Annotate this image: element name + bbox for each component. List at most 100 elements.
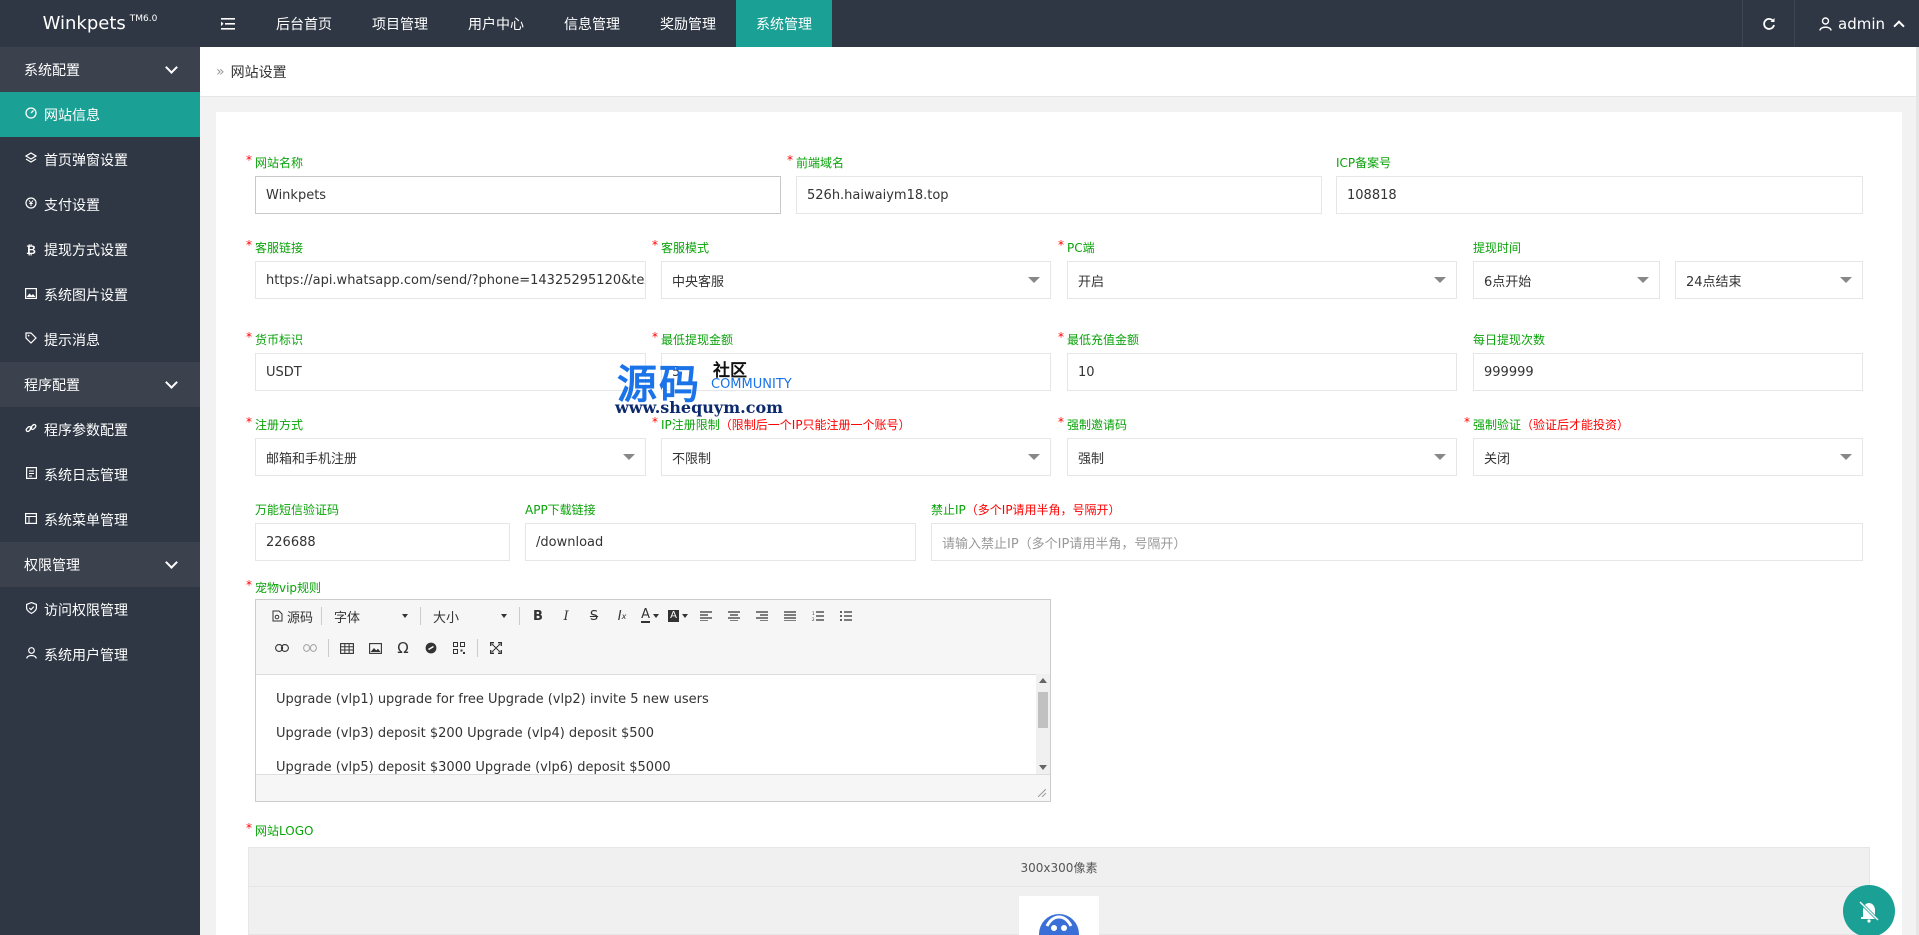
sidebar-item-popup[interactable]: 首页弹窗设置 <box>0 137 200 182</box>
service-link-input[interactable]: https://api.whatsapp.com/send/?phone=143… <box>255 261 646 299</box>
size-label: 大小 <box>433 610 460 626</box>
fullscreen-icon[interactable] <box>482 636 510 660</box>
dropdown-arrow-icon <box>1434 277 1446 283</box>
ordered-list-icon[interactable]: 12 <box>804 604 832 628</box>
force-verify-label: * 强制验证（验证后才能投资） <box>1464 415 1863 433</box>
min-recharge-input[interactable]: 10 <box>1067 353 1457 391</box>
size-dropdown[interactable]: 大小 <box>425 604 515 628</box>
sidebar-item-system-menus[interactable]: 系统菜单管理 <box>0 497 200 542</box>
label-text: 客服模式 <box>661 241 710 255</box>
sidebar-group-permissions[interactable]: 权限管理 <box>0 542 200 587</box>
resize-handle-icon[interactable] <box>1038 789 1046 797</box>
frontend-domain-input[interactable]: 526h.haiwaiym18.top <box>796 176 1322 214</box>
logo-upload-box[interactable]: 300x300像素 <box>248 847 1870 935</box>
sidebar-item-payment[interactable]: 支付设置 <box>0 182 200 227</box>
chevron-down-icon <box>501 614 508 618</box>
sidebar: 系统配置 网站信息 首页弹窗设置 支付设置 ₿ 提现方式设置 系统图片设置 提示… <box>0 47 200 935</box>
site-name-label: * 网站名称 <box>246 153 781 171</box>
editor-content[interactable]: Upgrade (vlp1) upgrade for free Upgrade … <box>256 674 1050 774</box>
sidebar-item-system-logs[interactable]: 系统日志管理 <box>0 452 200 497</box>
align-justify-icon[interactable] <box>776 604 804 628</box>
clear-format-icon[interactable]: Ix <box>608 604 636 628</box>
nav-info[interactable]: 信息管理 <box>544 0 640 47</box>
app-logo[interactable]: Winkpets TM6.0 <box>0 0 200 47</box>
source-button[interactable]: 源码 <box>268 604 317 628</box>
table-icon[interactable] <box>333 636 361 660</box>
scrollbar-thumb[interactable] <box>1038 692 1048 728</box>
force-verify-select[interactable]: 关闭 <box>1473 438 1863 476</box>
app-link-input[interactable]: /download <box>525 523 916 561</box>
link-icon[interactable] <box>268 636 296 660</box>
unordered-list-icon[interactable] <box>832 604 860 628</box>
sidebar-item-label: 提现方式设置 <box>44 242 128 259</box>
strikethrough-icon[interactable]: S <box>580 604 608 628</box>
ban-ip-input[interactable]: 请输入禁止IP（多个IP请用半角，号隔开） <box>931 523 1863 561</box>
currency-field: * 货币标识 USDT <box>246 330 646 391</box>
scroll-up-icon[interactable] <box>1039 678 1047 683</box>
pc-select[interactable]: 开启 <box>1067 261 1457 299</box>
bg-color-icon[interactable]: A <box>664 604 692 628</box>
withdraw-start-select[interactable]: 6点开始 <box>1473 261 1660 299</box>
sidebar-group-system-config[interactable]: 系统配置 <box>0 47 200 92</box>
align-center-icon[interactable] <box>720 604 748 628</box>
label-text: IP注册限制 <box>661 418 720 432</box>
frontend-domain-label: * 前端域名 <box>787 153 1322 171</box>
sidebar-item-program-params[interactable]: 程序参数配置 <box>0 407 200 452</box>
qrcode-icon[interactable] <box>445 636 473 660</box>
ban-ip-field: 禁止IP（多个IP请用半角，号隔开） 请输入禁止IP（多个IP请用半角，号隔开） <box>931 502 1863 561</box>
register-mode-select[interactable]: 邮箱和手机注册 <box>255 438 646 476</box>
site-name-input[interactable]: Winkpets <box>255 176 781 214</box>
image-icon[interactable] <box>361 636 389 660</box>
align-right-icon[interactable] <box>748 604 776 628</box>
sidebar-group-program-config[interactable]: 程序配置 <box>0 362 200 407</box>
sidebar-item-site-info[interactable]: 网站信息 <box>0 92 200 137</box>
scroll-down-icon[interactable] <box>1039 765 1047 770</box>
special-char-icon[interactable]: Ω <box>389 636 417 660</box>
daily-withdraw-input[interactable]: 999999 <box>1473 353 1863 391</box>
table-icon <box>24 512 38 527</box>
nav-users[interactable]: 用户中心 <box>448 0 544 47</box>
editor-scrollbar[interactable] <box>1036 674 1050 774</box>
sidebar-item-messages[interactable]: 提示消息 <box>0 317 200 362</box>
min-recharge-field: * 最低充值金额 10 <box>1058 330 1457 391</box>
bold-icon[interactable]: B <box>524 604 552 628</box>
font-dropdown[interactable]: 字体 <box>326 604 416 628</box>
image-icon <box>24 287 38 302</box>
pc-label: * PC端 <box>1058 238 1457 256</box>
select-value: 6点开始 <box>1484 274 1532 290</box>
sidebar-item-access-control[interactable]: 访问权限管理 <box>0 587 200 632</box>
breadcrumb: » 网站设置 <box>200 47 1916 97</box>
tag-icon <box>24 332 38 347</box>
font-color-icon[interactable]: A <box>636 604 664 628</box>
sidebar-item-system-users[interactable]: 系统用户管理 <box>0 632 200 677</box>
sidebar-item-withdraw-method[interactable]: ₿ 提现方式设置 <box>0 227 200 272</box>
min-withdraw-input[interactable]: 5 <box>661 353 1051 391</box>
italic-icon[interactable]: I <box>552 604 580 628</box>
nav-system[interactable]: 系统管理 <box>736 0 832 47</box>
withdraw-end-select[interactable]: 24点结束 <box>1675 261 1863 299</box>
nav-projects[interactable]: 项目管理 <box>352 0 448 47</box>
service-mode-select[interactable]: 中央客服 <box>661 261 1051 299</box>
emoji-icon[interactable] <box>417 636 445 660</box>
unlink-icon[interactable] <box>296 636 324 660</box>
floating-action-button[interactable] <box>1843 885 1895 935</box>
chevron-up-icon <box>1893 19 1905 32</box>
user-menu[interactable]: admin <box>1794 0 1919 47</box>
app-link-label: APP下载链接 <box>525 503 596 517</box>
currency-input[interactable]: USDT <box>255 353 646 391</box>
nav-dashboard[interactable]: 后台首页 <box>256 0 352 47</box>
chevron-down-icon <box>165 60 178 74</box>
sms-code-input[interactable]: 226688 <box>255 523 510 561</box>
dropdown-arrow-icon <box>1028 454 1040 460</box>
force-invite-select[interactable]: 强制 <box>1067 438 1457 476</box>
source-icon <box>272 610 283 622</box>
align-left-icon[interactable] <box>692 604 720 628</box>
refresh-icon[interactable] <box>1742 0 1794 47</box>
sidebar-item-system-images[interactable]: 系统图片设置 <box>0 272 200 317</box>
icp-field: ICP备案号 108818 <box>1336 155 1863 214</box>
toolbar-separator <box>477 639 478 657</box>
icp-input[interactable]: 108818 <box>1336 176 1863 214</box>
nav-rewards[interactable]: 奖励管理 <box>640 0 736 47</box>
ip-limit-select[interactable]: 不限制 <box>661 438 1051 476</box>
menu-toggle-icon[interactable] <box>200 0 256 47</box>
